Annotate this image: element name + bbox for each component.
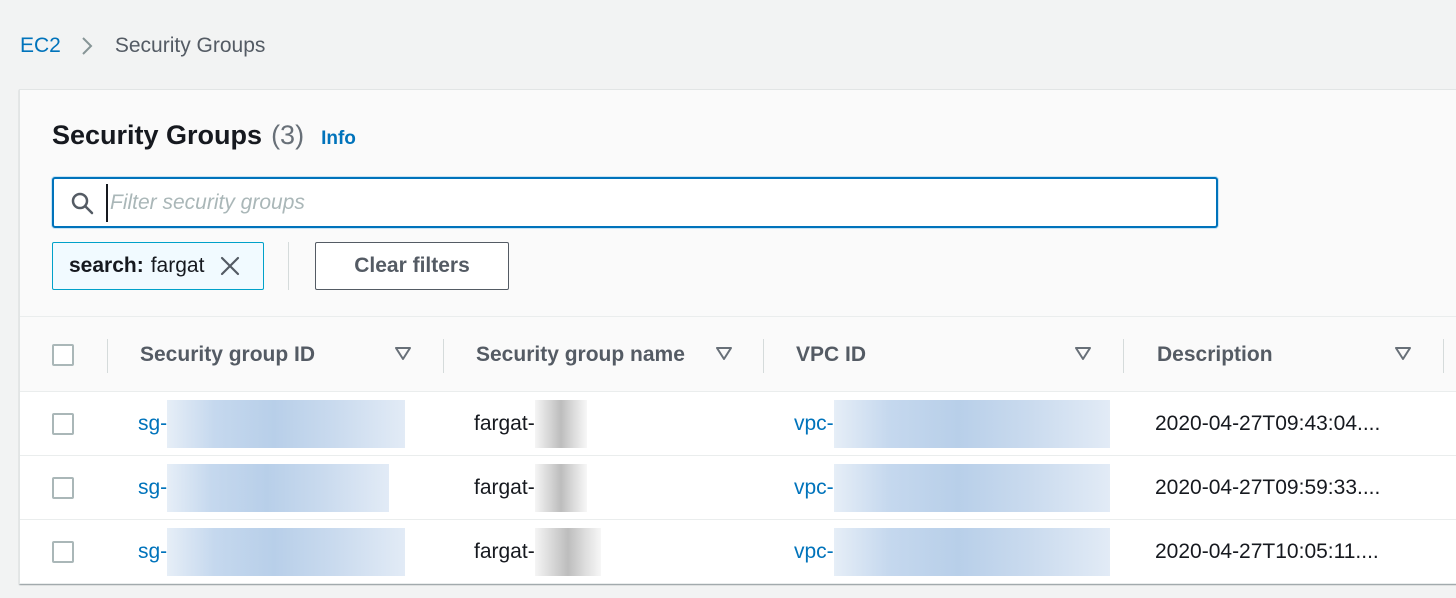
- search-box: [52, 177, 1218, 228]
- security-group-id-link[interactable]: sg-: [138, 540, 167, 564]
- filter-divider: [288, 242, 289, 290]
- description-cell: 2020-04-27T10:05:11....: [1155, 540, 1379, 563]
- column-divider: [1443, 339, 1444, 373]
- filter-token-value: fargat: [150, 254, 205, 277]
- select-all-checkbox[interactable]: [52, 344, 74, 366]
- security-group-name-cell: fargat-: [474, 456, 587, 520]
- column-divider: [443, 339, 444, 373]
- vpc-id-cell: vpc-: [794, 456, 1110, 520]
- panel-title-text: Security Groups: [52, 120, 263, 150]
- filter-token: search: fargat: [52, 242, 264, 290]
- vpc-id-link[interactable]: vpc-: [794, 540, 834, 564]
- row-checkbox[interactable]: [52, 541, 74, 563]
- close-icon[interactable]: [220, 256, 240, 276]
- column-header-description[interactable]: Description: [1157, 317, 1273, 393]
- redacted-name: [534, 464, 587, 512]
- redacted-name: [534, 400, 587, 448]
- redacted-vpc: [833, 400, 1110, 448]
- security-group-id-cell: sg-: [138, 520, 406, 584]
- clear-filters-button[interactable]: Clear filters: [315, 242, 509, 290]
- search-icon: [70, 191, 94, 215]
- caret-down-icon[interactable]: [1395, 347, 1411, 361]
- redacted-id: [167, 528, 406, 576]
- caret-down-icon[interactable]: [1075, 347, 1091, 361]
- redacted-id: [167, 464, 390, 512]
- column-header-security-group-id[interactable]: Security group ID: [140, 317, 315, 393]
- row-checkbox[interactable]: [52, 477, 74, 499]
- select-all-cell: [52, 317, 74, 393]
- security-group-id-link[interactable]: sg-: [138, 476, 167, 500]
- security-group-id-cell: sg-: [138, 456, 390, 520]
- table-header: Security group ID Security group name VP…: [20, 316, 1456, 392]
- breadcrumb: EC2 Security Groups: [20, 34, 265, 58]
- security-group-id-cell: sg-: [138, 392, 406, 456]
- search-input[interactable]: [106, 183, 1186, 222]
- column-header-vpc-id[interactable]: VPC ID: [796, 317, 866, 393]
- filter-token-key: search:: [69, 254, 144, 277]
- table-row[interactable]: sg- fargat- vpc- 2020-04-27T09:59:33....: [20, 456, 1456, 520]
- chevron-right-icon: [81, 36, 93, 56]
- column-divider: [1123, 339, 1124, 373]
- security-group-name-cell: fargat-: [474, 392, 587, 456]
- vpc-id-link[interactable]: vpc-: [794, 412, 834, 436]
- security-group-name-cell: fargat-: [474, 520, 601, 584]
- breadcrumb-ec2-link[interactable]: EC2: [20, 34, 61, 58]
- vpc-id-cell: vpc-: [794, 520, 1110, 584]
- row-select-cell: [52, 520, 74, 584]
- caret-down-icon[interactable]: [395, 347, 411, 361]
- vpc-id-cell: vpc-: [794, 392, 1110, 456]
- security-group-name: fargat-: [474, 540, 535, 563]
- column-divider: [107, 339, 108, 373]
- breadcrumb-current: Security Groups: [114, 34, 266, 57]
- column-header-security-group-name[interactable]: Security group name: [476, 317, 685, 393]
- table-row[interactable]: sg- fargat- vpc- 2020-04-27T09:43:04....: [20, 392, 1456, 456]
- row-select-cell: [52, 392, 74, 456]
- redacted-vpc: [833, 464, 1110, 512]
- redacted-id: [167, 400, 406, 448]
- table-row[interactable]: sg- fargat- vpc- 2020-04-27T10:05:11....: [20, 520, 1456, 584]
- security-group-id-link[interactable]: sg-: [138, 412, 167, 436]
- security-group-name: fargat-: [474, 412, 535, 435]
- row-select-cell: [52, 456, 74, 520]
- description-cell: 2020-04-27T09:59:33....: [1155, 476, 1381, 499]
- row-checkbox[interactable]: [52, 413, 74, 435]
- caret-down-icon[interactable]: [716, 347, 732, 361]
- column-divider: [763, 339, 764, 373]
- redacted-vpc: [833, 528, 1110, 576]
- description-cell: 2020-04-27T09:43:04....: [1155, 412, 1381, 435]
- security-groups-table: Security group ID Security group name VP…: [20, 316, 1456, 584]
- security-groups-panel: Security Groups (3) Info search: fargat …: [19, 89, 1456, 584]
- panel-title-count: (3): [271, 120, 305, 150]
- redacted-name: [534, 528, 601, 576]
- vpc-id-link[interactable]: vpc-: [794, 476, 834, 500]
- security-group-name: fargat-: [474, 476, 535, 499]
- page-title: Security Groups (3) Info: [52, 120, 356, 151]
- info-link[interactable]: Info: [321, 128, 356, 150]
